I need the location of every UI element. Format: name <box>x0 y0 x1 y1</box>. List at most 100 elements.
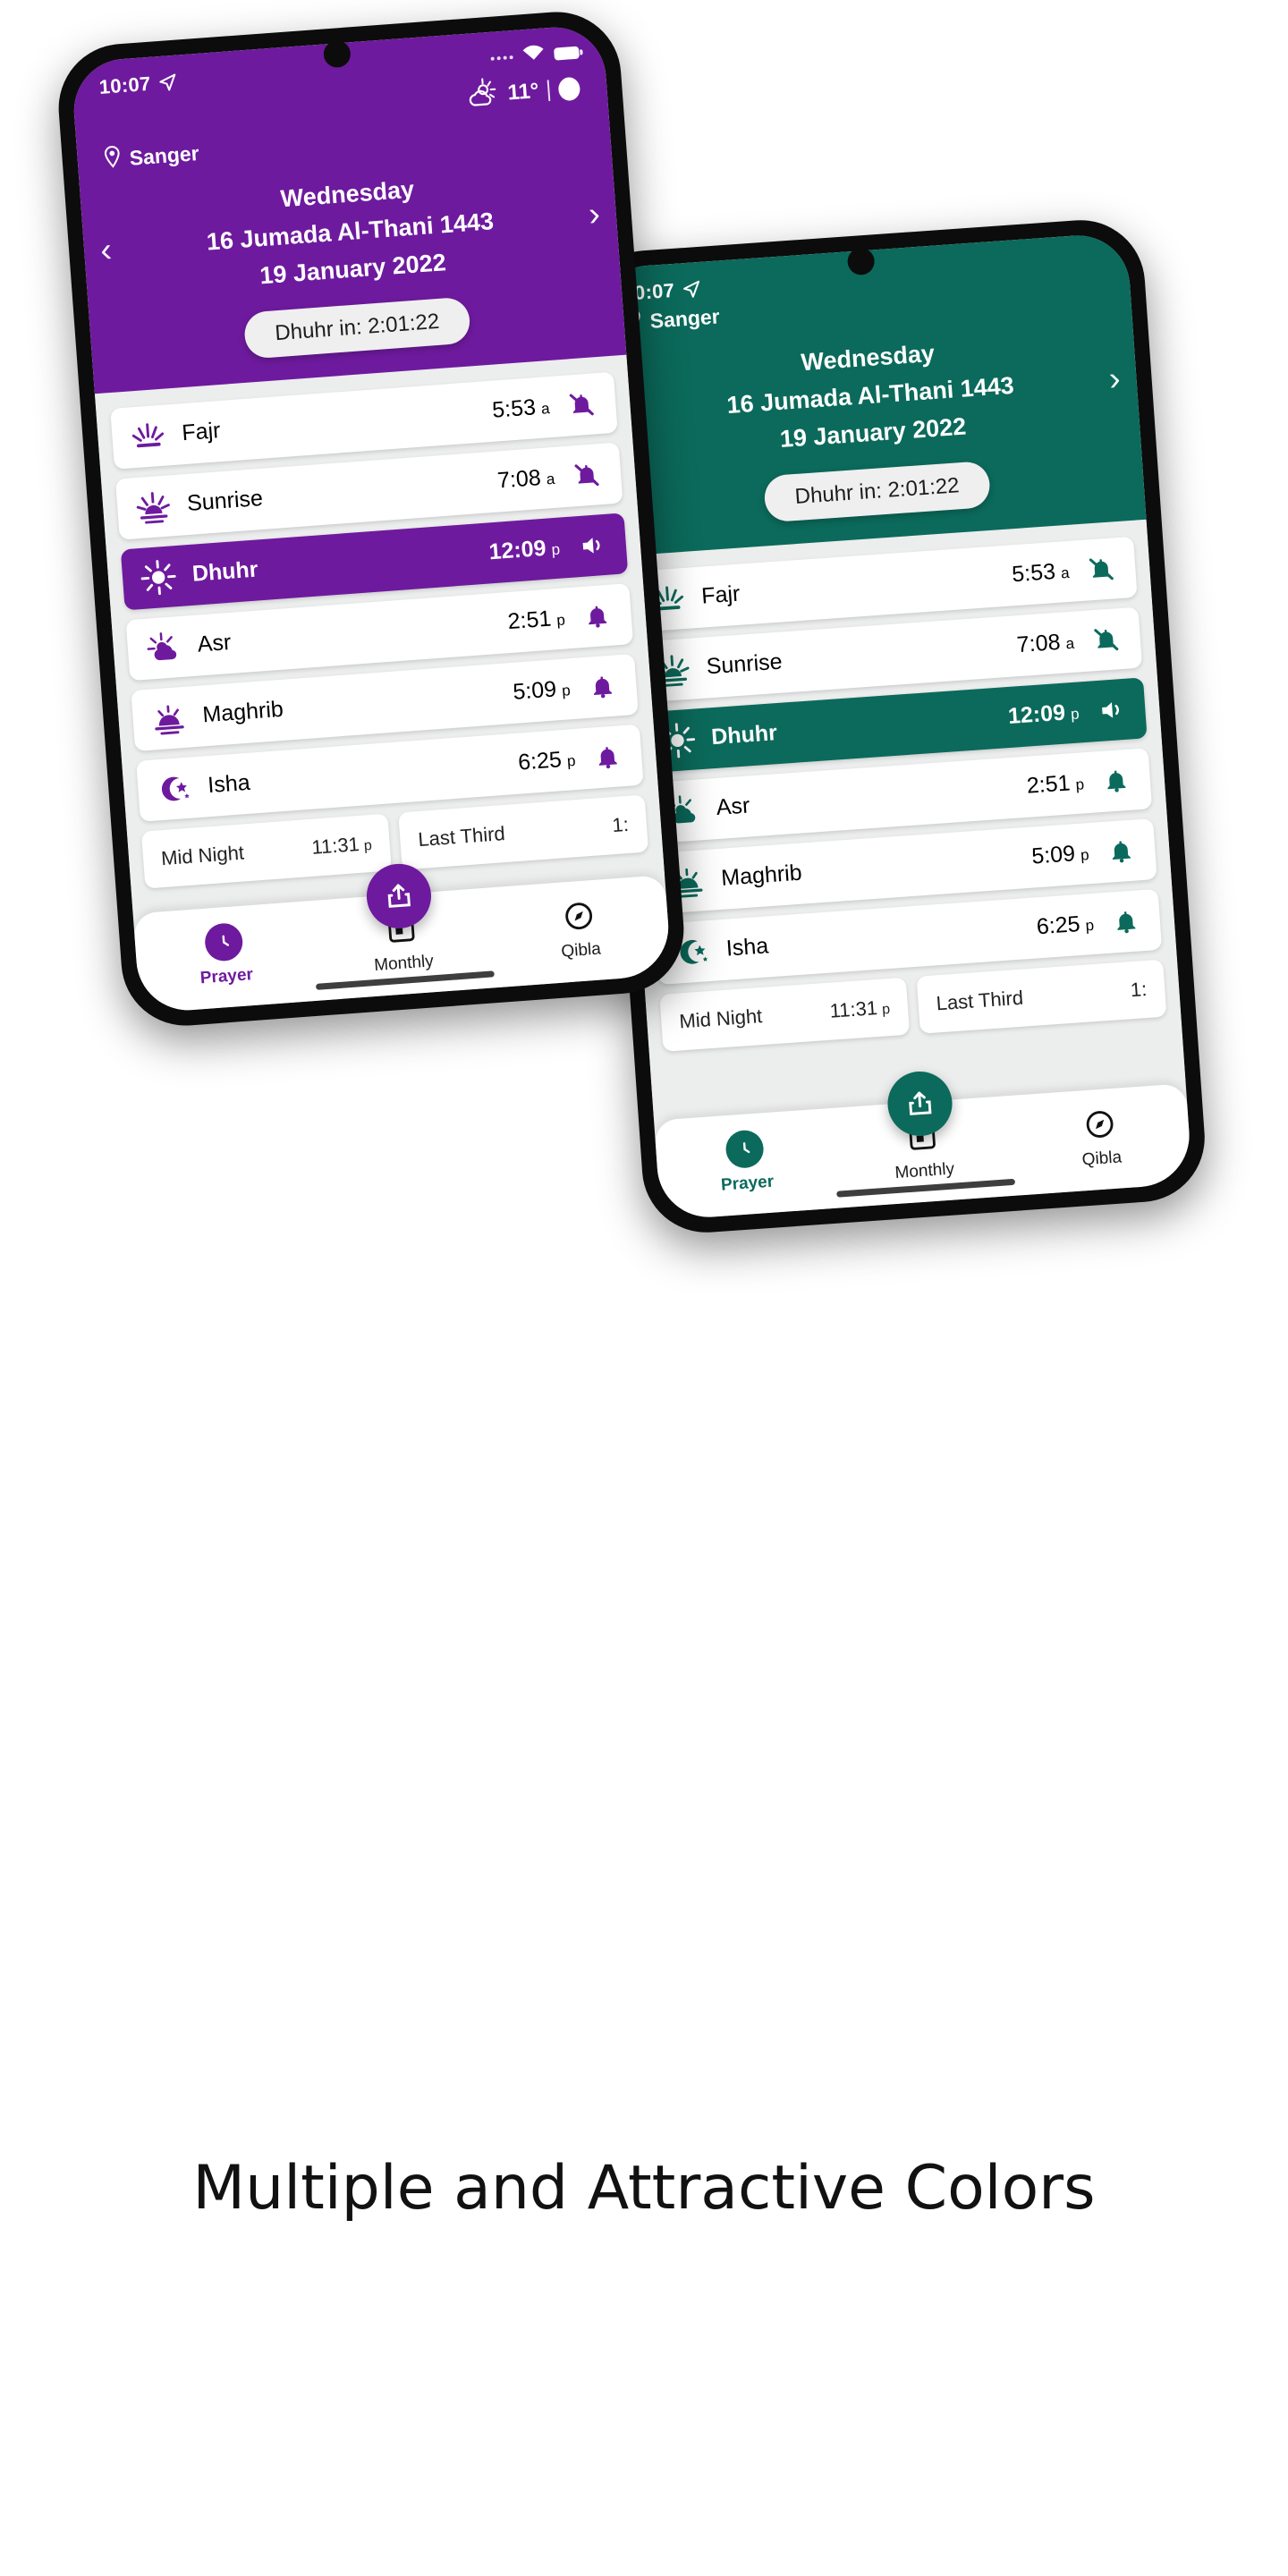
bell-icon[interactable] <box>1097 761 1135 800</box>
prayer-name: Sunrise <box>186 485 264 517</box>
nav-label: Monthly <box>373 951 435 975</box>
extra-card-midnight[interactable]: Mid Night 11:31 p <box>140 813 392 889</box>
prayer-name: Maghrib <box>201 696 284 728</box>
prayer-name: Isha <box>207 769 251 799</box>
next-prayer-countdown: Dhuhr in: 2:01:22 <box>242 295 471 360</box>
prayer-time: 2:51 p <box>506 606 566 635</box>
extra-card-last-third[interactable]: Last Third 1: <box>398 793 649 870</box>
bell-icon[interactable] <box>578 597 616 635</box>
prayer-time: 5:09 p <box>1030 841 1090 869</box>
prayer-name: Asr <box>715 792 751 821</box>
battery-icon <box>553 46 580 61</box>
moon-phase-icon[interactable] <box>557 76 581 101</box>
bell-off-icon[interactable] <box>1082 550 1121 589</box>
extra-time: 1: <box>1129 977 1148 1001</box>
prayer-name: Maghrib <box>720 860 803 891</box>
phone-purple: 10:07 11° Sanger ‹ › Wednesday 16 Jumada… <box>54 7 689 1030</box>
prayer-name: Fajr <box>700 580 741 609</box>
extra-label: Mid Night <box>678 1004 763 1033</box>
prayer-time: 7:08 a <box>1015 629 1075 658</box>
purple-header: 10:07 11° Sanger ‹ › Wednesday 16 Jumada… <box>70 23 627 394</box>
speaker-on-icon[interactable] <box>572 526 611 564</box>
prayer-time: 5:53 a <box>491 394 551 423</box>
extra-time: 11:31 p <box>310 832 373 859</box>
prayer-name: Asr <box>196 629 233 657</box>
extra-card-last-third[interactable]: Last Third 1: <box>916 959 1167 1034</box>
nav-item-qibla[interactable]: Qibla <box>523 893 635 964</box>
green-header: 10:07 Sanger ‹ › Wednesday 16 Jumada Al-… <box>594 232 1147 556</box>
location-pin-icon <box>102 144 123 174</box>
nav-item-prayer[interactable]: Prayer <box>169 919 281 990</box>
extra-time: 1: <box>611 812 630 836</box>
prayer-time: 2:51 p <box>1025 770 1085 799</box>
bell-off-icon[interactable] <box>1087 620 1125 658</box>
signal-dots-icon <box>490 55 513 61</box>
prayer-time: 5:53 a <box>1011 559 1071 588</box>
clock-icon <box>724 1128 766 1169</box>
prayer-name: Sunrise <box>705 648 784 680</box>
home-indicator <box>836 1178 1016 1198</box>
home-indicator <box>315 970 495 990</box>
nav-label: Monthly <box>894 1158 955 1182</box>
promo-caption: Multiple and Attractive Colors <box>192 2153 1096 2224</box>
prev-day-button[interactable]: ‹ <box>99 231 114 269</box>
wifi-icon <box>521 44 547 67</box>
crescent-star-icon <box>151 766 197 811</box>
extra-card-midnight[interactable]: Mid Night 11:31 p <box>659 977 911 1052</box>
compass-icon <box>1080 1104 1120 1144</box>
bell-icon[interactable] <box>583 667 622 706</box>
fajr-dawn-icon <box>125 413 171 459</box>
next-day-button[interactable]: › <box>1107 360 1122 398</box>
weather-temperature: 11° <box>506 78 540 106</box>
bell-icon[interactable] <box>1102 832 1140 870</box>
prayer-name: Dhuhr <box>191 556 259 587</box>
prayer-time: 6:25 p <box>1035 911 1095 940</box>
extra-label: Last Third <box>417 821 506 851</box>
compass-icon <box>558 895 598 936</box>
nav-item-qibla[interactable]: Qibla <box>1045 1101 1157 1172</box>
phone-purple-screen: 10:07 11° Sanger ‹ › Wednesday 16 Jumada… <box>70 23 673 1014</box>
share-icon <box>909 1091 932 1115</box>
purple-prayer-list: Fajr 5:53 a Sunrise 7:08 a Dhuhr 12:09 p… <box>94 354 665 914</box>
divider <box>547 79 551 101</box>
nav-label: Prayer <box>720 1172 775 1195</box>
bell-icon[interactable] <box>1106 902 1145 941</box>
sun-icon <box>135 554 181 599</box>
prayer-name: Isha <box>724 933 770 962</box>
nav-label: Prayer <box>199 964 254 987</box>
nav-item-prayer[interactable]: Prayer <box>691 1126 802 1197</box>
prayer-time: 7:08 a <box>496 465 555 494</box>
navigation-arrow-icon <box>157 72 179 94</box>
nav-label: Qibla <box>1081 1147 1123 1169</box>
next-prayer-countdown: Dhuhr in: 2:01:22 <box>763 460 992 522</box>
prayer-time: 12:09 p <box>487 535 561 565</box>
bell-icon[interactable] <box>589 737 627 775</box>
bell-off-icon[interactable] <box>568 455 606 494</box>
nav-label: Qibla <box>560 939 602 962</box>
extra-time: 11:31 p <box>828 996 891 1022</box>
green-prayer-list: Fajr 5:53 a Sunrise 7:08 a Dhuhr 12:09 p… <box>614 519 1186 1121</box>
status-time: 10:07 <box>97 72 152 98</box>
phone-green-screen: 10:07 Sanger ‹ › Wednesday 16 Jumada Al-… <box>594 232 1193 1221</box>
sunrise-icon <box>131 484 176 530</box>
sun-cloud-icon <box>140 624 186 670</box>
location-name: Sanger <box>648 303 721 333</box>
prayer-name: Dhuhr <box>710 720 778 750</box>
share-icon <box>387 884 411 908</box>
sun-behind-cloud-icon <box>463 76 500 114</box>
phone-green: 10:07 Sanger ‹ › Wednesday 16 Jumada Al-… <box>578 216 1209 1237</box>
location-name: Sanger <box>128 140 200 170</box>
extra-label: Mid Night <box>160 840 245 869</box>
speaker-on-icon[interactable] <box>1092 691 1131 729</box>
navigation-arrow-icon <box>681 279 701 300</box>
prayer-name: Fajr <box>181 418 222 446</box>
extra-label: Last Third <box>935 986 1024 1014</box>
bell-off-icon[interactable] <box>563 386 601 424</box>
clock-icon <box>204 921 244 962</box>
prayer-time: 6:25 p <box>517 747 577 775</box>
next-day-button[interactable]: › <box>588 195 602 233</box>
sunset-icon <box>146 695 191 741</box>
screenshot-stage: 10:07 Sanger ‹ › Wednesday 16 Jumada Al-… <box>0 0 1288 2576</box>
prayer-time: 5:09 p <box>512 676 572 705</box>
prayer-time: 12:09 p <box>1007 699 1080 730</box>
